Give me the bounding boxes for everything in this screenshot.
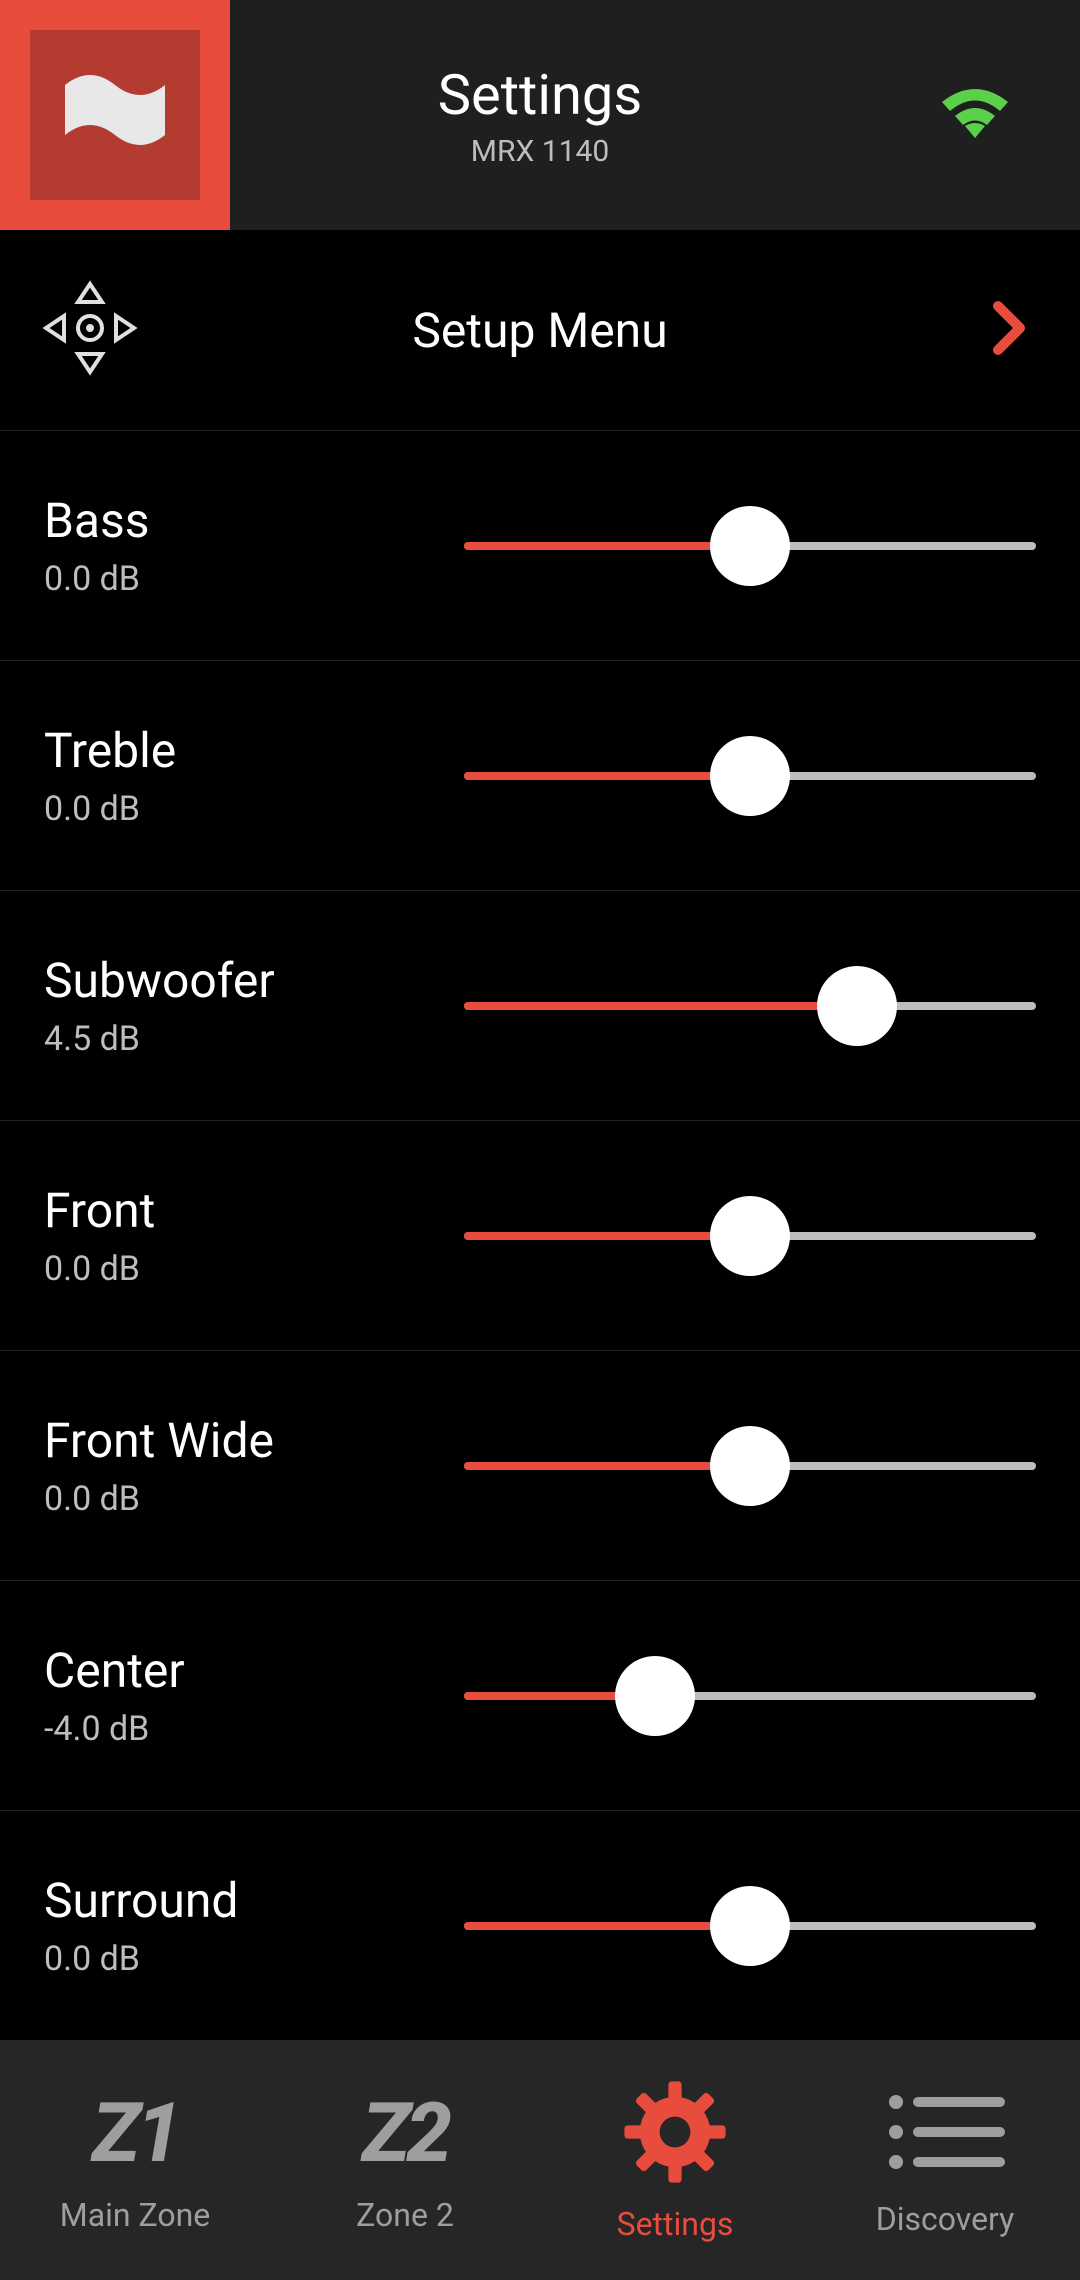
- slider-front[interactable]: [464, 1196, 1036, 1276]
- slider-labels: Subwoofer 4.5 dB: [44, 952, 464, 1059]
- slider-thumb[interactable]: [710, 1886, 790, 1966]
- slider-name: Front Wide: [44, 1412, 464, 1469]
- slider-name: Subwoofer: [44, 952, 464, 1009]
- slider-row-center: Center -4.0 dB: [0, 1580, 1080, 1810]
- slider-name: Treble: [44, 722, 464, 779]
- bottom-nav: Z1 Main Zone Z2 Zone 2: [0, 2040, 1080, 2280]
- nav-label: Zone 2: [356, 2196, 454, 2234]
- slider-fill: [464, 542, 750, 550]
- nav-zone-2[interactable]: Z2 Zone 2: [270, 2040, 540, 2280]
- slider-value: 4.5 dB: [44, 1019, 464, 1059]
- app-header: Settings MRX 1140: [0, 0, 1080, 230]
- slider-value: -4.0 dB: [44, 1709, 464, 1749]
- nav-settings[interactable]: Settings: [540, 2040, 810, 2280]
- header-title-block: Settings MRX 1140: [438, 62, 642, 169]
- slider-labels: Bass 0.0 dB: [44, 492, 464, 599]
- slider-fill: [464, 1462, 750, 1470]
- slider-labels: Center -4.0 dB: [44, 1642, 464, 1749]
- slider-front-wide[interactable]: [464, 1426, 1036, 1506]
- slider-center[interactable]: [464, 1656, 1036, 1736]
- slider-fill: [464, 1232, 750, 1240]
- dpad-nav-icon[interactable]: [40, 278, 140, 382]
- slider-subwoofer[interactable]: [464, 966, 1036, 1046]
- slider-value: 0.0 dB: [44, 1249, 464, 1289]
- setup-menu-label: Setup Menu: [412, 302, 667, 359]
- slider-name: Front: [44, 1182, 464, 1239]
- nav-main-zone[interactable]: Z1 Main Zone: [0, 2040, 270, 2280]
- device-name: MRX 1140: [438, 134, 642, 169]
- slider-value: 0.0 dB: [44, 559, 464, 599]
- slider-thumb[interactable]: [817, 966, 897, 1046]
- slider-fill: [464, 772, 750, 780]
- app-logo-inner: [30, 30, 200, 200]
- slider-thumb[interactable]: [710, 736, 790, 816]
- slider-fill: [464, 1922, 750, 1930]
- wifi-status-icon[interactable]: [930, 78, 1020, 152]
- slider-name: Surround: [44, 1872, 464, 1929]
- slider-surround[interactable]: [464, 1886, 1036, 1966]
- sliders-list: Bass 0.0 dB Treble 0.0 dB Subwoofer 4.5 dB Fro…: [0, 430, 1080, 2040]
- nav-label: Settings: [617, 2205, 734, 2243]
- gear-icon: [620, 2077, 730, 2191]
- slider-row-bass: Bass 0.0 dB: [0, 430, 1080, 660]
- slider-labels: Surround 0.0 dB: [44, 1872, 464, 1979]
- flag-icon: [60, 70, 170, 160]
- slider-thumb[interactable]: [710, 1426, 790, 1506]
- slider-row-surround: Surround 0.0 dB: [0, 1810, 1080, 2040]
- slider-labels: Front Wide 0.0 dB: [44, 1412, 464, 1519]
- slider-value: 0.0 dB: [44, 1939, 464, 1979]
- slider-row-front: Front 0.0 dB: [0, 1120, 1080, 1350]
- setup-menu-row[interactable]: Setup Menu: [0, 230, 1080, 430]
- slider-treble[interactable]: [464, 736, 1036, 816]
- slider-row-treble: Treble 0.0 dB: [0, 660, 1080, 890]
- slider-labels: Front 0.0 dB: [44, 1182, 464, 1289]
- slider-name: Bass: [44, 492, 464, 549]
- slider-labels: Treble 0.0 dB: [44, 722, 464, 829]
- slider-thumb[interactable]: [615, 1656, 695, 1736]
- z2-icon: Z2: [362, 2086, 448, 2182]
- slider-value: 0.0 dB: [44, 1479, 464, 1519]
- page-title: Settings: [438, 62, 642, 128]
- slider-bass[interactable]: [464, 506, 1036, 586]
- slider-fill: [464, 1002, 857, 1010]
- list-icon: [880, 2082, 1010, 2186]
- chevron-right-icon[interactable]: [990, 298, 1030, 362]
- nav-label: Main Zone: [60, 2196, 210, 2234]
- slider-name: Center: [44, 1642, 464, 1699]
- nav-discovery[interactable]: Discovery: [810, 2040, 1080, 2280]
- slider-thumb[interactable]: [710, 1196, 790, 1276]
- slider-thumb[interactable]: [710, 506, 790, 586]
- slider-row-front-wide: Front Wide 0.0 dB: [0, 1350, 1080, 1580]
- slider-row-subwoofer: Subwoofer 4.5 dB: [0, 890, 1080, 1120]
- app-logo-button[interactable]: [0, 0, 230, 230]
- z1-icon: Z1: [92, 2086, 178, 2182]
- nav-label: Discovery: [876, 2200, 1015, 2238]
- slider-value: 0.0 dB: [44, 789, 464, 829]
